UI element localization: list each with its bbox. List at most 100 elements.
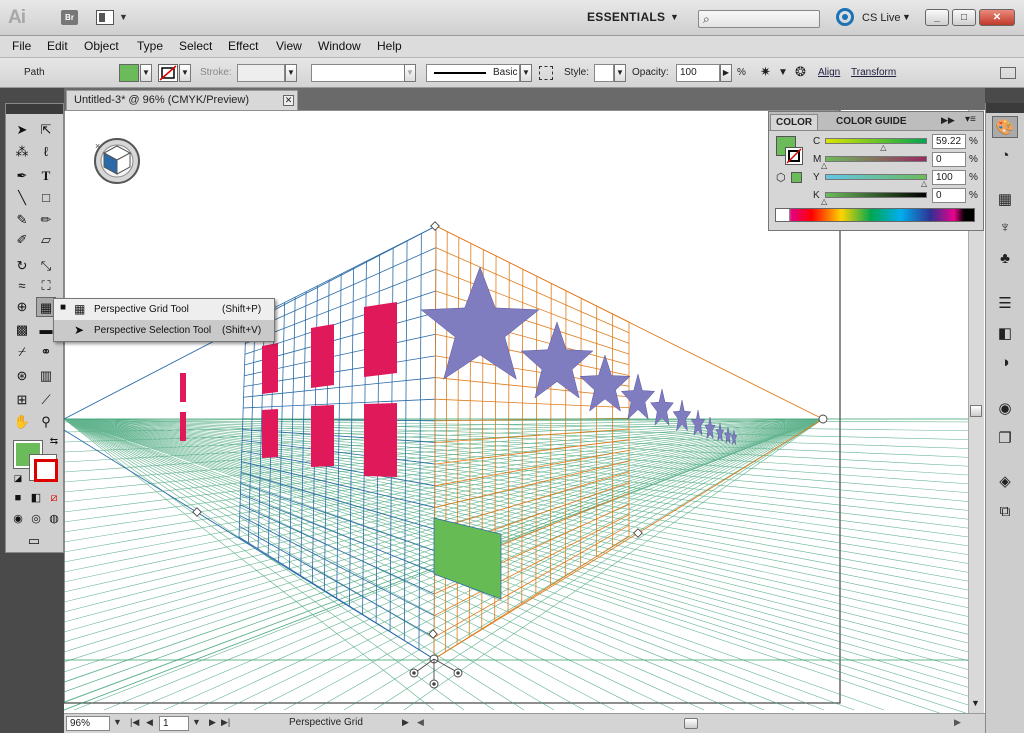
selection-tool-icon[interactable]: ➤ (12, 120, 32, 140)
collapse-icon[interactable]: ▶▶ (941, 115, 955, 126)
eyedropper-icon[interactable]: ⌿ (12, 342, 32, 362)
rectangle-tool-icon[interactable]: □ (36, 188, 56, 208)
align-link[interactable]: Align (818, 67, 840, 78)
tab-color[interactable]: COLOR (770, 114, 819, 130)
yellow-slider[interactable] (825, 174, 927, 180)
artboard-tool-icon[interactable]: ⊞ (12, 390, 32, 410)
menu-type[interactable]: Type (137, 39, 163, 53)
scroll-left-icon[interactable]: ◀ (417, 717, 424, 728)
menu-file[interactable]: File (12, 39, 31, 53)
brushes-icon[interactable]: ♆ (992, 217, 1018, 239)
brush-options-icon[interactable] (539, 66, 553, 80)
column-graph-icon[interactable]: ▥ (36, 366, 56, 386)
magic-wand-icon[interactable]: ⁂ (12, 142, 32, 162)
slider-handle-icon[interactable]: △ (821, 197, 827, 206)
symbol-sprayer-icon[interactable]: ⊛ (12, 366, 32, 386)
variable-width-field[interactable] (311, 64, 405, 82)
shape-builder-icon[interactable]: ⊕ (12, 297, 32, 317)
perspective-selection-tool-item[interactable]: ➤ Perspective Selection Tool (Shift+V) (54, 320, 274, 341)
artboard-number-input[interactable]: 1 (159, 716, 189, 731)
magenta-slider[interactable] (825, 156, 927, 162)
chevron-down-icon[interactable]: ▼ (614, 64, 626, 82)
slider-handle-icon[interactable]: △ (821, 161, 827, 170)
width-tool-icon[interactable]: ≈ (12, 276, 32, 296)
symbols-icon[interactable]: ♣ (992, 248, 1018, 270)
menu-object[interactable]: Object (84, 39, 119, 53)
chevron-down-icon[interactable]: ▼ (404, 64, 416, 82)
scale-tool-icon[interactable]: ⤡ (36, 256, 56, 276)
close-icon[interactable]: ✕ (283, 95, 294, 106)
menu-help[interactable]: Help (377, 39, 402, 53)
none-mode-icon[interactable]: ⧄ (44, 488, 64, 508)
chevron-down-icon[interactable]: ▼ (192, 717, 201, 727)
chevron-down-icon[interactable]: ▼ (520, 64, 532, 82)
cyan-slider[interactable] (825, 138, 927, 144)
scroll-down-icon[interactable]: ▼ (971, 698, 980, 708)
layers-icon[interactable]: ◈ (992, 471, 1018, 493)
menu-window[interactable]: Window (318, 39, 361, 53)
status-menu-icon[interactable]: ▶ (402, 717, 409, 728)
bridge-button[interactable]: Br (61, 10, 78, 25)
last-artboard-icon[interactable]: ▶| (221, 717, 230, 728)
black-slider[interactable] (825, 192, 927, 198)
mesh-tool-icon[interactable]: ▩ (12, 320, 32, 340)
stroke-swatch[interactable] (158, 64, 178, 82)
document-tab[interactable]: Untitled-3* @ 96% (CMYK/Preview) ✕ (66, 90, 298, 110)
eraser-icon[interactable]: ▱ (36, 230, 56, 250)
menu-select[interactable]: Select (179, 39, 212, 53)
draw-normal-icon[interactable]: ◉ (8, 509, 28, 529)
gradient-mode-icon[interactable]: ◧ (26, 488, 46, 508)
slice-tool-icon[interactable]: ⟋ (36, 390, 56, 410)
recolor-artwork-icon[interactable]: ✷ (760, 64, 771, 80)
type-tool-icon[interactable]: T (36, 166, 56, 186)
direct-selection-tool-icon[interactable]: ⇱ (36, 120, 56, 140)
minimize-button[interactable]: _ (925, 9, 949, 26)
previous-artboard-icon[interactable]: ◀ (146, 717, 153, 728)
zoom-input[interactable]: 96% (66, 716, 110, 731)
color-panel-icon[interactable]: 🎨 (992, 116, 1018, 138)
transparency-icon[interactable]: ◑ (992, 352, 1018, 374)
swap-colors-icon[interactable]: ⇆ (44, 432, 64, 452)
line-tool-icon[interactable]: ╲ (12, 188, 32, 208)
menu-view[interactable]: View (276, 39, 302, 53)
color-mode-icon[interactable]: ■ (8, 488, 28, 508)
free-transform-icon[interactable]: ⛶ (36, 276, 56, 296)
chevron-down-icon[interactable]: ▼ (670, 12, 679, 22)
scroll-right-icon[interactable]: ▶ (954, 717, 961, 728)
default-colors-icon[interactable]: ◪ (8, 468, 28, 488)
slider-handle-icon[interactable]: △ (880, 143, 886, 152)
opacity-input[interactable]: 100 (676, 64, 720, 82)
perspective-grid-tool-item[interactable]: ■ ▦ Perspective Grid Tool (Shift+P) (54, 299, 274, 320)
rotate-tool-icon[interactable]: ↻ (12, 256, 32, 276)
chevron-down-icon[interactable]: ▼ (113, 717, 122, 727)
swatches-icon[interactable]: ▦ (992, 189, 1018, 211)
gradient-icon[interactable]: ◧ (992, 323, 1018, 345)
chevron-down-icon[interactable]: ▼ (285, 64, 297, 82)
panel-header[interactable] (986, 103, 1024, 113)
cyan-input[interactable]: 59.22 (932, 134, 966, 149)
stroke-weight-field[interactable] (237, 64, 285, 82)
search-input[interactable]: ⌕ (698, 10, 820, 28)
blob-brush-icon[interactable]: ✐ (12, 230, 32, 250)
close-button[interactable]: ✕ (979, 9, 1015, 26)
chevron-down-icon[interactable]: ▼ (119, 12, 128, 22)
maximize-button[interactable]: □ (952, 9, 976, 26)
first-artboard-icon[interactable]: |◀ (130, 717, 139, 728)
chevron-down-icon[interactable]: ▼ (179, 64, 191, 82)
arrange-documents-button[interactable] (96, 10, 114, 25)
scroll-thumb[interactable] (970, 405, 982, 417)
screen-mode-icon[interactable]: ▭ (24, 531, 44, 551)
menu-edit[interactable]: Edit (47, 39, 68, 53)
horizontal-scroll-thumb[interactable] (684, 718, 698, 729)
chevron-down-icon[interactable]: ▼ (140, 64, 152, 82)
draw-inside-icon[interactable]: ◍ (44, 509, 64, 529)
transform-link[interactable]: Transform (851, 67, 896, 78)
paintbrush-icon[interactable]: ✎ (12, 210, 32, 230)
tab-color-guide[interactable]: COLOR GUIDE (831, 114, 912, 130)
panel-menu-icon[interactable] (1000, 67, 1016, 79)
fill-swatch[interactable] (119, 64, 139, 82)
workspace-switcher[interactable]: ESSENTIALS (587, 10, 665, 24)
stroke-icon[interactable]: ☰ (992, 293, 1018, 315)
stroke-color-box[interactable] (29, 454, 58, 482)
lasso-icon[interactable]: ℓ (36, 142, 56, 162)
